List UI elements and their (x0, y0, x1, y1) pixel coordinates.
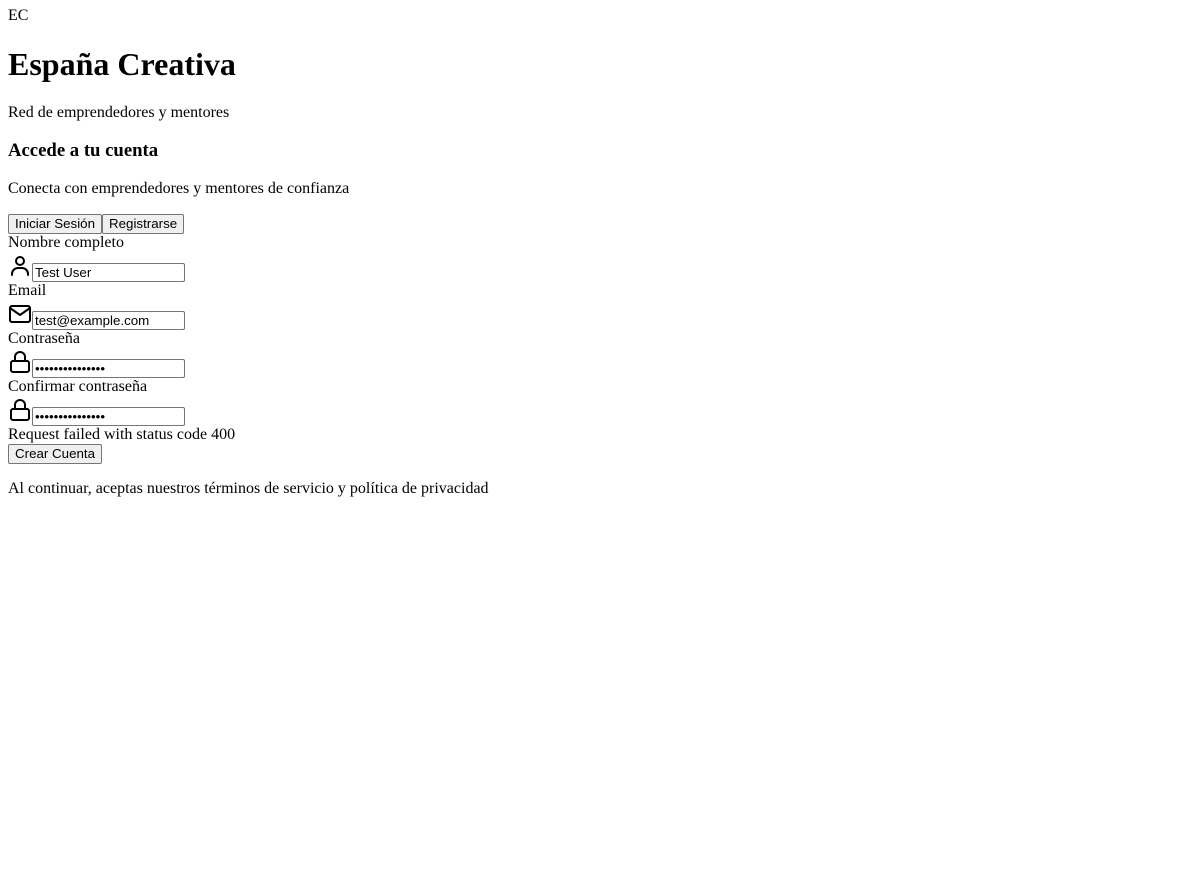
page-subtitle: Red de emprendedores y mentores (8, 104, 230, 121)
email-label: Email (8, 282, 47, 299)
auth-tabs: Iniciar Sesión Registrarse (8, 214, 1192, 234)
submit-row: Crear Cuenta (8, 444, 1192, 464)
name-input[interactable] (32, 263, 185, 282)
register-form: Nombre completo Email Contraseña (8, 234, 1192, 464)
tab-register[interactable]: Registrarse (102, 214, 185, 234)
confirm-password-input[interactable] (32, 407, 185, 426)
user-icon (8, 254, 32, 278)
password-label: Contraseña (8, 330, 80, 347)
confirm-password-field-row (8, 396, 1192, 426)
lock-icon (8, 350, 32, 374)
error-message: Request failed with status code 400 (8, 426, 236, 443)
password-field-row (8, 348, 1192, 378)
password-input[interactable] (32, 359, 185, 378)
email-field-row (8, 300, 1192, 330)
auth-heading: Accede a tu cuenta (8, 140, 159, 161)
name-field-row (8, 252, 1192, 282)
confirm-password-label: Confirmar contraseña (8, 378, 148, 395)
mail-icon (8, 302, 32, 326)
page-title: España Creativa (8, 46, 236, 82)
lock-icon (8, 398, 32, 422)
name-label: Nombre completo (8, 234, 124, 251)
create-account-button[interactable]: Crear Cuenta (8, 444, 103, 464)
brand-logo: EC (8, 7, 29, 24)
terms-text: Al continuar, aceptas nuestros términos … (8, 480, 489, 497)
auth-description: Conecta con emprendedores y mentores de … (8, 180, 350, 197)
tab-login[interactable]: Iniciar Sesión (8, 214, 103, 234)
page: EC España Creativa Red de emprendedores … (8, 0, 1192, 498)
email-input[interactable] (32, 311, 185, 330)
